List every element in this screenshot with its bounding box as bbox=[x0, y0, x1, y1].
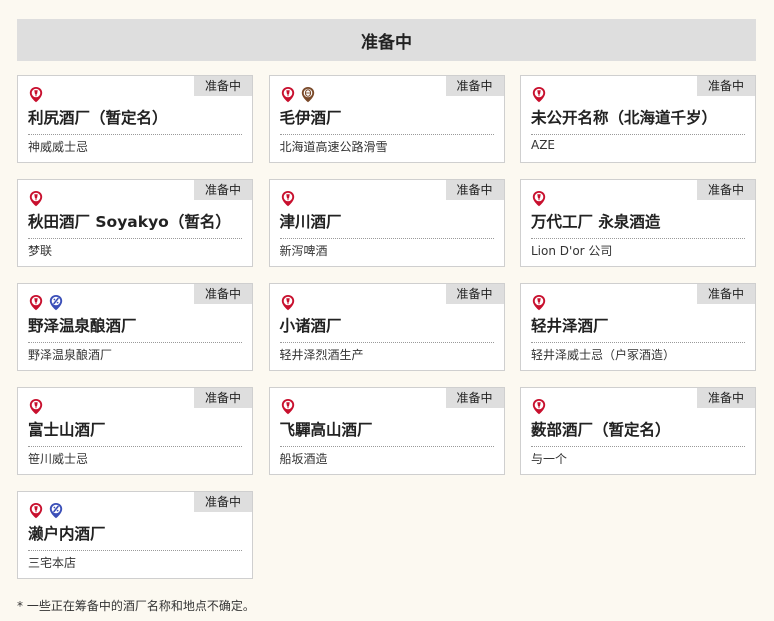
distillery-name[interactable]: 飞驒高山酒厂 bbox=[279, 418, 494, 447]
distillery-name[interactable]: 利尻酒厂（暂定名） bbox=[28, 106, 242, 135]
category-icons bbox=[28, 190, 44, 207]
category-icons bbox=[280, 86, 316, 103]
category-icons bbox=[280, 294, 296, 311]
distillery-name[interactable]: 轻井泽酒厂 bbox=[531, 314, 745, 343]
category-icons bbox=[531, 190, 547, 207]
category-icons bbox=[280, 398, 296, 415]
distillery-name[interactable]: 毛伊酒厂 bbox=[279, 106, 494, 135]
distillery-brand: 三宅本店 bbox=[28, 556, 77, 570]
distillery-brand: 与一个 bbox=[531, 452, 568, 466]
status-badge: 准备中 bbox=[194, 180, 252, 200]
distillery-brand: AZE bbox=[531, 138, 556, 152]
category-icons bbox=[531, 294, 547, 311]
distillery-pin-icon bbox=[280, 294, 296, 311]
distillery-brand: 笹川威士忌 bbox=[28, 452, 89, 466]
category-icons bbox=[531, 86, 547, 103]
status-badge: 准备中 bbox=[697, 180, 755, 200]
distillery-name[interactable]: 津川酒厂 bbox=[279, 210, 494, 239]
distillery-brand: 轻井泽威士忌（户冢酒造） bbox=[531, 348, 676, 362]
distillery-pin-icon bbox=[28, 86, 44, 103]
distillery-pin-icon bbox=[28, 190, 44, 207]
distillery-name[interactable]: 薮部酒厂（暂定名） bbox=[531, 418, 745, 447]
distillery-name[interactable]: 野泽温泉酿酒厂 bbox=[28, 314, 242, 343]
distillery-brand: 新泻啤酒 bbox=[279, 244, 328, 258]
distillery-pin-icon bbox=[28, 398, 44, 415]
section-title: 准备中 bbox=[361, 32, 412, 53]
distillery-card[interactable]: 准备中 野泽温泉酿酒厂 野泽温泉酿酒厂 bbox=[17, 283, 253, 371]
distillery-pin-icon bbox=[280, 86, 296, 103]
distillery-brand: 轻井泽烈酒生产 bbox=[279, 348, 364, 362]
blend-pin-icon bbox=[48, 502, 64, 519]
distillery-brand: 神威威士忌 bbox=[28, 140, 89, 154]
barrel-pin-icon bbox=[300, 86, 316, 103]
distillery-card[interactable]: 准备中小诸酒厂轻井泽烈酒生产 bbox=[268, 283, 505, 371]
distillery-brand: 梦联 bbox=[28, 244, 53, 258]
distillery-pin-icon bbox=[280, 398, 296, 415]
footnote: * 一些正在筹备中的酒厂名称和地点不确定。 bbox=[17, 599, 255, 613]
status-badge: 准备中 bbox=[445, 388, 504, 408]
section-header: 准备中 bbox=[17, 19, 756, 61]
distillery-brand: 野泽温泉酿酒厂 bbox=[28, 348, 113, 362]
distillery-name[interactable]: 小诸酒厂 bbox=[279, 314, 494, 343]
distillery-card[interactable]: 准备中利尻酒厂（暂定名） 神威威士忌 bbox=[17, 75, 253, 163]
distillery-card[interactable]: 准备中津川酒厂新泻啤酒 bbox=[268, 179, 505, 267]
distillery-card[interactable]: 准备中轻井泽酒厂轻井泽威士忌（户冢酒造） bbox=[520, 283, 756, 371]
category-icons bbox=[28, 398, 44, 415]
category-icons bbox=[28, 502, 64, 519]
status-badge: 准备中 bbox=[445, 76, 504, 96]
distillery-brand: Lion D'or 公司 bbox=[531, 244, 613, 258]
distillery-pin-icon bbox=[531, 398, 547, 415]
distillery-name[interactable]: 富士山酒厂 bbox=[28, 418, 242, 447]
distillery-card[interactable]: 准备中薮部酒厂（暂定名） 与一个 bbox=[520, 387, 756, 475]
distillery-pin-icon bbox=[280, 190, 296, 207]
distillery-card[interactable]: 准备中万代工厂 永泉酒造 Lion D'or 公司 bbox=[520, 179, 756, 267]
distillery-brand: 北海道高速公路滑雪 bbox=[279, 140, 388, 154]
distillery-name[interactable]: 未公开名称（北海道千岁） bbox=[531, 106, 745, 135]
distillery-pin-icon bbox=[28, 294, 44, 311]
distillery-pin-icon bbox=[531, 294, 547, 311]
status-badge: 准备中 bbox=[697, 76, 755, 96]
blend-pin-icon bbox=[48, 294, 64, 311]
distillery-pin-icon bbox=[531, 190, 547, 207]
distillery-card[interactable]: 准备中飞驒高山酒厂船坂酒造 bbox=[268, 387, 505, 475]
distillery-grid: 准备中 利尻酒厂（暂定名） 神威威士忌 准备中 毛伊酒厂 北海道高速公路滑雪 准备中 未公开名… bbox=[17, 75, 756, 579]
status-badge: 准备中 bbox=[697, 388, 755, 408]
status-badge: 准备中 bbox=[194, 492, 252, 512]
distillery-pin-icon bbox=[531, 86, 547, 103]
category-icons bbox=[28, 294, 64, 311]
distillery-pin-icon bbox=[28, 502, 44, 519]
distillery-card[interactable]: 准备中秋田酒厂 Soyakyo（暂名） 梦联 bbox=[17, 179, 253, 267]
distillery-brand: 船坂酒造 bbox=[279, 452, 328, 466]
category-icons bbox=[28, 86, 44, 103]
status-badge: 准备中 bbox=[194, 76, 252, 96]
distillery-name[interactable]: 濑户内酒厂 bbox=[28, 522, 242, 551]
status-badge: 准备中 bbox=[697, 284, 755, 304]
distillery-card[interactable]: 准备中富士山酒厂笹川威士忌 bbox=[17, 387, 253, 475]
category-icons bbox=[531, 398, 547, 415]
status-badge: 准备中 bbox=[194, 284, 252, 304]
distillery-card[interactable]: 准备中未公开名称（北海道千岁） AZE bbox=[520, 75, 756, 163]
category-icons bbox=[280, 190, 296, 207]
status-badge: 准备中 bbox=[194, 388, 252, 408]
distillery-card[interactable]: 准备中濑户内酒厂三宅本店 bbox=[17, 491, 253, 579]
distillery-card[interactable]: 准备中毛伊酒厂北海道高速公路滑雪 bbox=[268, 75, 505, 163]
status-badge: 准备中 bbox=[445, 284, 504, 304]
distillery-name[interactable]: 秋田酒厂 Soyakyo（暂名） bbox=[28, 210, 242, 239]
distillery-name[interactable]: 万代工厂 永泉酒造 bbox=[531, 210, 745, 239]
status-badge: 准备中 bbox=[445, 180, 504, 200]
